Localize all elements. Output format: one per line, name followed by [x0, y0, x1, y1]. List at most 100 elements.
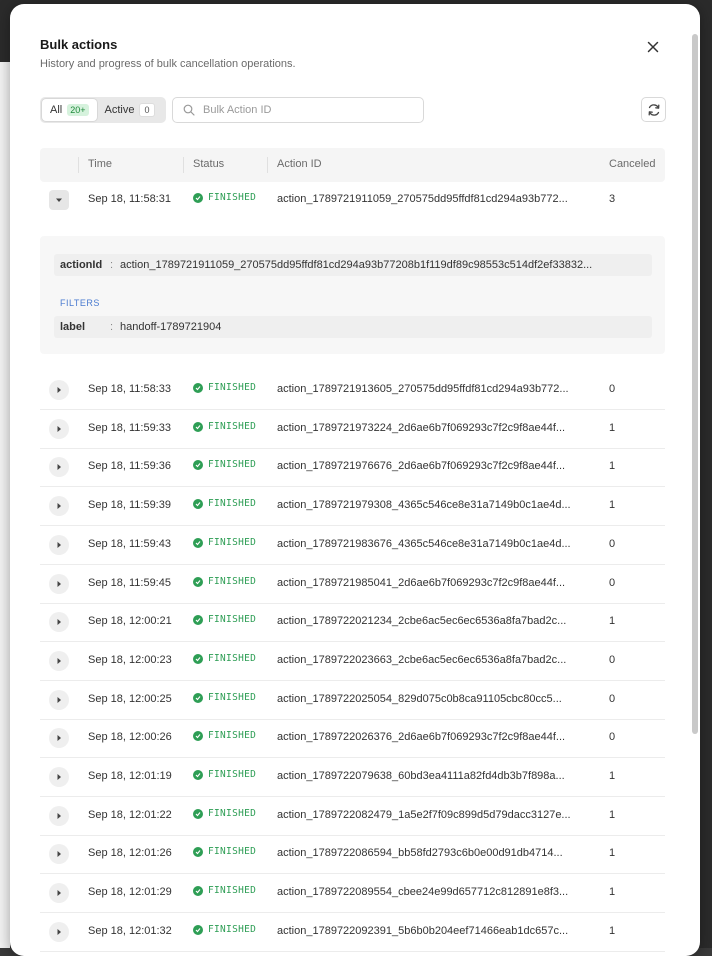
refresh-button[interactable] — [641, 97, 666, 122]
row-canceled: 1 — [609, 886, 616, 898]
column-divider — [267, 157, 268, 173]
check-circle-icon — [193, 498, 203, 509]
row-time: Sep 18, 12:00:23 — [88, 654, 172, 666]
collapse-button[interactable] — [49, 190, 69, 210]
row-divider — [40, 757, 665, 758]
detail-value: handoff-1789721904 — [120, 321, 222, 333]
tab-all[interactable]: All 20+ — [42, 99, 97, 121]
bulk-actions-modal: Bulk actions History and progress of bul… — [10, 4, 700, 956]
table-row[interactable]: Sep 18, 12:01:22 FINISHED action_178972208… — [40, 798, 665, 836]
chevron-right-icon — [57, 658, 61, 664]
row-time: Sep 18, 11:59:39 — [88, 499, 171, 511]
expand-button[interactable] — [49, 806, 69, 826]
expand-button[interactable] — [49, 690, 69, 710]
expand-button[interactable] — [49, 574, 69, 594]
table-row[interactable]: Sep 18, 12:00:25 FINISHED action_178972202… — [40, 682, 665, 720]
table-row[interactable]: Sep 18, 12:01:26 FINISHED action_178972208… — [40, 836, 665, 874]
table-row[interactable]: Sep 18, 12:01:19 FINISHED action_178972207… — [40, 759, 665, 797]
chevron-right-icon — [57, 890, 61, 896]
header-canceled: Canceled — [609, 158, 656, 170]
table-row[interactable]: Sep 18, 11:58:33 FINISHED action_178972191… — [40, 372, 665, 410]
row-divider — [40, 564, 665, 565]
modal-subtitle: History and progress of bulk cancellatio… — [40, 58, 296, 70]
search-input[interactable] — [201, 103, 415, 117]
background-page-edge — [0, 62, 10, 948]
status-text: FINISHED — [208, 421, 257, 432]
table-row[interactable]: Sep 18, 11:59:39 FINISHED action_178972197… — [40, 488, 665, 526]
expand-button[interactable] — [49, 728, 69, 748]
expand-button[interactable] — [49, 844, 69, 864]
row-action-id: action_1789722086594_bb58fd2793c6b0e00d9… — [277, 847, 563, 859]
check-circle-icon — [193, 846, 203, 857]
detail-label: label : handoff-1789721904 — [54, 316, 652, 338]
tab-all-label: All — [50, 104, 63, 116]
expand-button[interactable] — [49, 457, 69, 477]
expand-button[interactable] — [49, 419, 69, 439]
expand-button[interactable] — [49, 883, 69, 903]
table-row[interactable]: Sep 18, 12:01:32 FINISHED action_178972209… — [40, 914, 665, 952]
expand-button[interactable] — [49, 496, 69, 516]
detail-action-id: actionId : action_1789721911059_270575dd… — [54, 254, 652, 276]
chevron-right-icon — [57, 426, 61, 432]
row-action-id: action_1789721979308_4365c546ce8e31a7149… — [277, 499, 571, 511]
check-circle-icon — [193, 924, 203, 935]
status-text: FINISHED — [208, 614, 257, 625]
row-time: Sep 18, 12:01:26 — [88, 847, 172, 859]
row-time: Sep 18, 11:59:36 — [88, 460, 171, 472]
row-canceled: 0 — [609, 538, 616, 550]
status-badge: FINISHED — [193, 421, 256, 432]
expand-button[interactable] — [49, 380, 69, 400]
row-detail-panel: actionId : action_1789721911059_270575dd… — [40, 236, 665, 354]
check-circle-icon — [193, 653, 203, 664]
status-badge: FINISHED — [193, 614, 256, 625]
check-circle-icon — [193, 421, 203, 432]
tab-active-count: 0 — [139, 103, 155, 117]
status-text: FINISHED — [208, 382, 257, 393]
status-text: FINISHED — [208, 192, 257, 203]
column-divider — [78, 157, 79, 173]
table-row[interactable]: Sep 18, 12:00:26 FINISHED action_178972202… — [40, 720, 665, 758]
row-canceled: 0 — [609, 654, 616, 666]
table-row[interactable]: Sep 18, 11:59:45 FINISHED action_178972198… — [40, 566, 665, 604]
close-button[interactable] — [642, 36, 664, 58]
status-text: FINISHED — [208, 924, 257, 935]
expand-button[interactable] — [49, 651, 69, 671]
check-circle-icon — [193, 382, 203, 393]
tab-all-count: 20+ — [67, 104, 89, 116]
expand-button[interactable] — [49, 535, 69, 555]
row-action-id: action_1789722026376_2d6ae6b7f069293c7f2… — [277, 731, 566, 743]
table-row[interactable]: Sep 18, 11:59:33 FINISHED action_178972197… — [40, 411, 665, 449]
detail-value: action_1789721911059_270575dd95ffdf81cd2… — [120, 259, 593, 271]
table-row[interactable]: Sep 18, 11:59:36 FINISHED action_178972197… — [40, 449, 665, 487]
expand-button[interactable] — [49, 612, 69, 632]
table-row[interactable]: Sep 18, 12:01:29 FINISHED action_178972208… — [40, 875, 665, 913]
status-badge: FINISHED — [193, 192, 256, 203]
row-action-id: action_1789721985041_2d6ae6b7f069293c7f2… — [277, 577, 566, 589]
header-action-id: Action ID — [277, 158, 322, 170]
row-time: Sep 18, 12:01:32 — [88, 925, 172, 937]
modal-scrollbar[interactable] — [692, 34, 698, 734]
check-circle-icon — [193, 192, 203, 203]
expand-button[interactable] — [49, 922, 69, 942]
row-canceled: 3 — [609, 193, 616, 205]
chevron-right-icon — [57, 929, 61, 935]
table-row-expanded[interactable]: Sep 18, 11:58:31 FINISHED action_1789721… — [40, 182, 665, 220]
table-row[interactable]: Sep 18, 11:59:43 FINISHED action_178972198… — [40, 527, 665, 565]
search-icon — [183, 104, 195, 116]
detail-key: actionId — [60, 259, 103, 271]
filter-tabs: All 20+ Active 0 — [40, 97, 166, 123]
status-text: FINISHED — [208, 808, 257, 819]
status-badge: FINISHED — [193, 846, 256, 857]
header-time: Time — [88, 158, 113, 170]
row-canceled: 1 — [609, 422, 616, 434]
tab-active[interactable]: Active 0 — [97, 99, 163, 121]
row-time: Sep 18, 12:01:22 — [88, 809, 172, 821]
expand-button[interactable] — [49, 767, 69, 787]
row-action-id: action_1789721913605_270575dd95ffdf81cd2… — [277, 383, 569, 395]
row-time: Sep 18, 12:01:19 — [88, 770, 172, 782]
status-text: FINISHED — [208, 769, 257, 780]
table-row[interactable]: Sep 18, 12:00:21 FINISHED action_178972202… — [40, 604, 665, 642]
check-circle-icon — [193, 808, 203, 819]
table-row[interactable]: Sep 18, 12:00:23 FINISHED action_178972202… — [40, 643, 665, 681]
modal-title: Bulk actions — [40, 37, 118, 52]
